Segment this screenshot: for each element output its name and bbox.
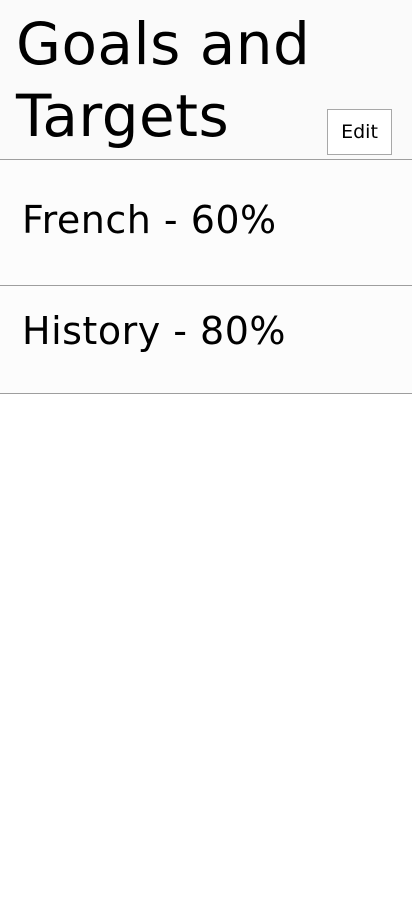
goal-list: French - 60% History - 80% <box>0 160 412 394</box>
goal-item-french[interactable]: French - 60% <box>0 160 412 286</box>
goal-label: French - 60% <box>22 198 277 242</box>
header-bar: Goals and Targets Edit <box>0 0 412 160</box>
goal-item-history[interactable]: History - 80% <box>0 286 412 394</box>
goal-label: History - 80% <box>22 309 287 353</box>
page-title: Goals and Targets <box>16 10 311 150</box>
edit-button[interactable]: Edit <box>327 109 392 155</box>
